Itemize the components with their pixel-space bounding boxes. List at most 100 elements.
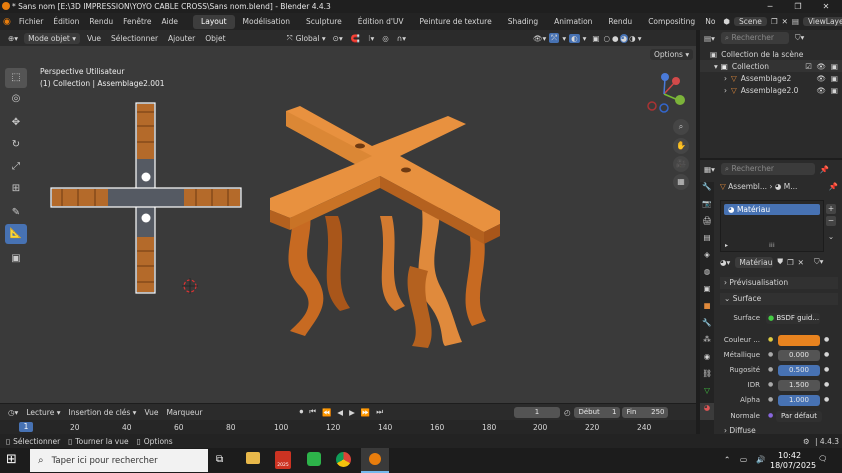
current-frame-field[interactable]: 1 [513,406,560,418]
menu-render[interactable]: Rendu [84,17,118,26]
collection-tab-icon[interactable]: ▣ [700,284,714,301]
checkbox-icon[interactable]: ☑ [805,62,812,71]
surface-section-header[interactable]: ⌄ Surface [720,293,838,305]
outliner-filter-icon[interactable]: ⛉▾ [791,33,808,43]
normal-field[interactable]: Par défaut [776,411,822,422]
menu-view[interactable]: Vue [82,34,106,43]
tab-rendering[interactable]: Rendu [600,15,640,29]
proportional-edit-icon[interactable]: ◎ [378,34,393,43]
slot-list-expand-icon[interactable]: ▸ [725,242,728,249]
blender-taskbar-icon[interactable] [361,448,389,473]
tab-modeling[interactable]: Modélisation [235,15,298,29]
tab-animation[interactable]: Animation [546,15,600,29]
duplicate-material-icon[interactable]: ❐ [785,258,796,267]
view-layer-tab-icon[interactable]: ▤ [700,233,714,250]
snap-icon[interactable]: 🧲 [347,34,364,43]
keyframe-dot-icon[interactable]: ● [824,351,829,358]
playback-menu[interactable]: Lecture ▾ [22,408,64,417]
editor-type-icon[interactable]: ⊕▾ [0,34,22,43]
copy-icon[interactable]: ❐ [769,17,780,26]
material-tab-icon[interactable]: ◕ [700,403,714,420]
timeline-ruler[interactable]: 1 20 40 60 80 100 120 140 160 180 200 22… [0,420,696,434]
jump-end-icon[interactable]: ⏭ [373,407,386,417]
tab-layout[interactable]: Layout [193,14,235,29]
material-slot-item[interactable]: ◕ Matériau [724,204,820,215]
particles-tab-icon[interactable]: ⁂ [700,335,714,352]
snap-target-icon[interactable]: ⁝▾ [364,34,378,43]
node-tree-icon[interactable]: ⛉▾ [812,257,825,267]
outliner-editor-icon[interactable]: ▤▾ [700,34,719,43]
world-tab-icon[interactable]: ◍ [700,267,714,284]
add-slot-button[interactable]: + [826,204,836,214]
physics-tab-icon[interactable]: ◉ [700,352,714,369]
scene-tab-icon[interactable]: ◈ [700,250,714,267]
notifications-icon[interactable]: 🗨 [818,454,828,463]
constraints-tab-icon[interactable]: ⛓ [700,369,714,386]
remove-slot-button[interactable]: − [826,216,836,226]
pin-icon[interactable]: 📌 [817,165,832,174]
scene-selector[interactable]: Scene [733,17,767,26]
frame-end-field[interactable]: Fin 250 [622,406,669,418]
tool-tab-icon[interactable]: 🔧 [700,182,714,199]
file-explorer-icon[interactable] [246,452,260,464]
gizmo-toggle-icon[interactable]: ⤱ [549,33,560,43]
expand-icon[interactable]: › [724,74,727,83]
task-view-icon[interactable]: ⧉ [216,454,223,465]
render-tab-icon[interactable]: 📷 [700,199,714,216]
current-frame-marker[interactable]: 1 [19,422,33,432]
ior-field[interactable]: 1.500 [778,380,820,391]
scene-icon[interactable]: ⬢ [721,17,732,26]
unlink-material-icon[interactable]: ✕ [796,258,806,267]
pivot-icon[interactable]: ⊙▾ [329,34,347,43]
jump-start-icon[interactable]: ⏮ [306,407,319,417]
mode-selector[interactable]: Mode objet ▾ [24,32,81,44]
gizmo-menu-icon[interactable]: ▾ [559,34,569,43]
menu-help[interactable]: Aide [156,17,183,26]
eye-icon[interactable]: 👁 [816,74,826,83]
surface-shader-field[interactable]: ● BSDF guid... [766,313,820,324]
blender-menu-icon[interactable]: ◉ [0,17,14,27]
material-browse-icon[interactable]: ◕▾ [720,258,733,267]
3d-viewport[interactable]: Perspective Utilisateur (1) Collection |… [0,46,696,403]
tab-compositing[interactable]: Compositing [640,15,703,29]
alpha-field[interactable]: 1.000 [778,395,820,406]
metallic-field[interactable]: 0.000 [778,350,820,361]
viewlayer-icon[interactable]: ▤ [790,17,801,26]
shading-wireframe-icon[interactable]: ○ [603,34,612,43]
eye-icon[interactable]: 👁 [816,86,826,95]
keyframe-dot-icon[interactable]: ● [824,396,829,403]
roughness-field[interactable]: 0.500 [778,365,820,376]
outliner-object-row[interactable]: › ▽ Assemblage2 👁 ▣ [700,72,842,84]
shading-rendered-icon[interactable]: ◑ [628,34,637,43]
data-tab-icon[interactable]: ▽ [700,386,714,403]
camera-icon[interactable]: ▣ [831,86,838,95]
next-keyframe-icon[interactable]: ⏩ [358,408,373,417]
tab-texture-paint[interactable]: Peinture de texture [412,15,500,29]
volume-icon[interactable]: 🔊 [756,455,765,464]
keying-menu[interactable]: Insertion de clés ▾ [64,408,140,417]
markers-menu[interactable]: Marqueur [162,408,206,417]
minimize-button[interactable]: ─ [756,0,784,13]
visibility-icon[interactable]: 👁▾ [530,34,549,43]
collapse-icon[interactable]: ▾ [714,62,718,71]
play-reverse-icon[interactable]: ◀ [334,408,346,417]
shading-menu-icon[interactable]: ▾ [637,34,643,43]
slot-menu-button[interactable]: ⌄ [826,232,836,242]
modifier-tab-icon[interactable]: 🔧 [700,318,714,335]
keyframe-dot-icon[interactable]: ● [824,381,829,388]
camera-icon[interactable]: ▣ [831,74,838,83]
shading-material-icon[interactable]: ◕ [619,33,629,43]
auto-key-icon[interactable]: ⏺ [296,407,306,417]
slot-list-resize-handle[interactable]: ⁞⁞⁞ [769,242,775,249]
output-tab-icon[interactable]: 🖨 [700,216,714,233]
falloff-icon[interactable]: ∩▾ [393,34,410,43]
network-icon[interactable]: ▭ [740,455,747,464]
close-button[interactable]: ✕ [812,0,840,13]
keyframe-dot-icon[interactable]: ● [824,366,829,373]
scene-objects[interactable] [0,46,696,403]
green-app-icon[interactable] [307,452,321,466]
overlay-toggle-icon[interactable]: ◐ [569,33,580,43]
menu-add[interactable]: Ajouter [163,34,200,43]
menu-select[interactable]: Sélectionner [106,34,163,43]
prev-keyframe-icon[interactable]: ⏪ [319,408,334,417]
